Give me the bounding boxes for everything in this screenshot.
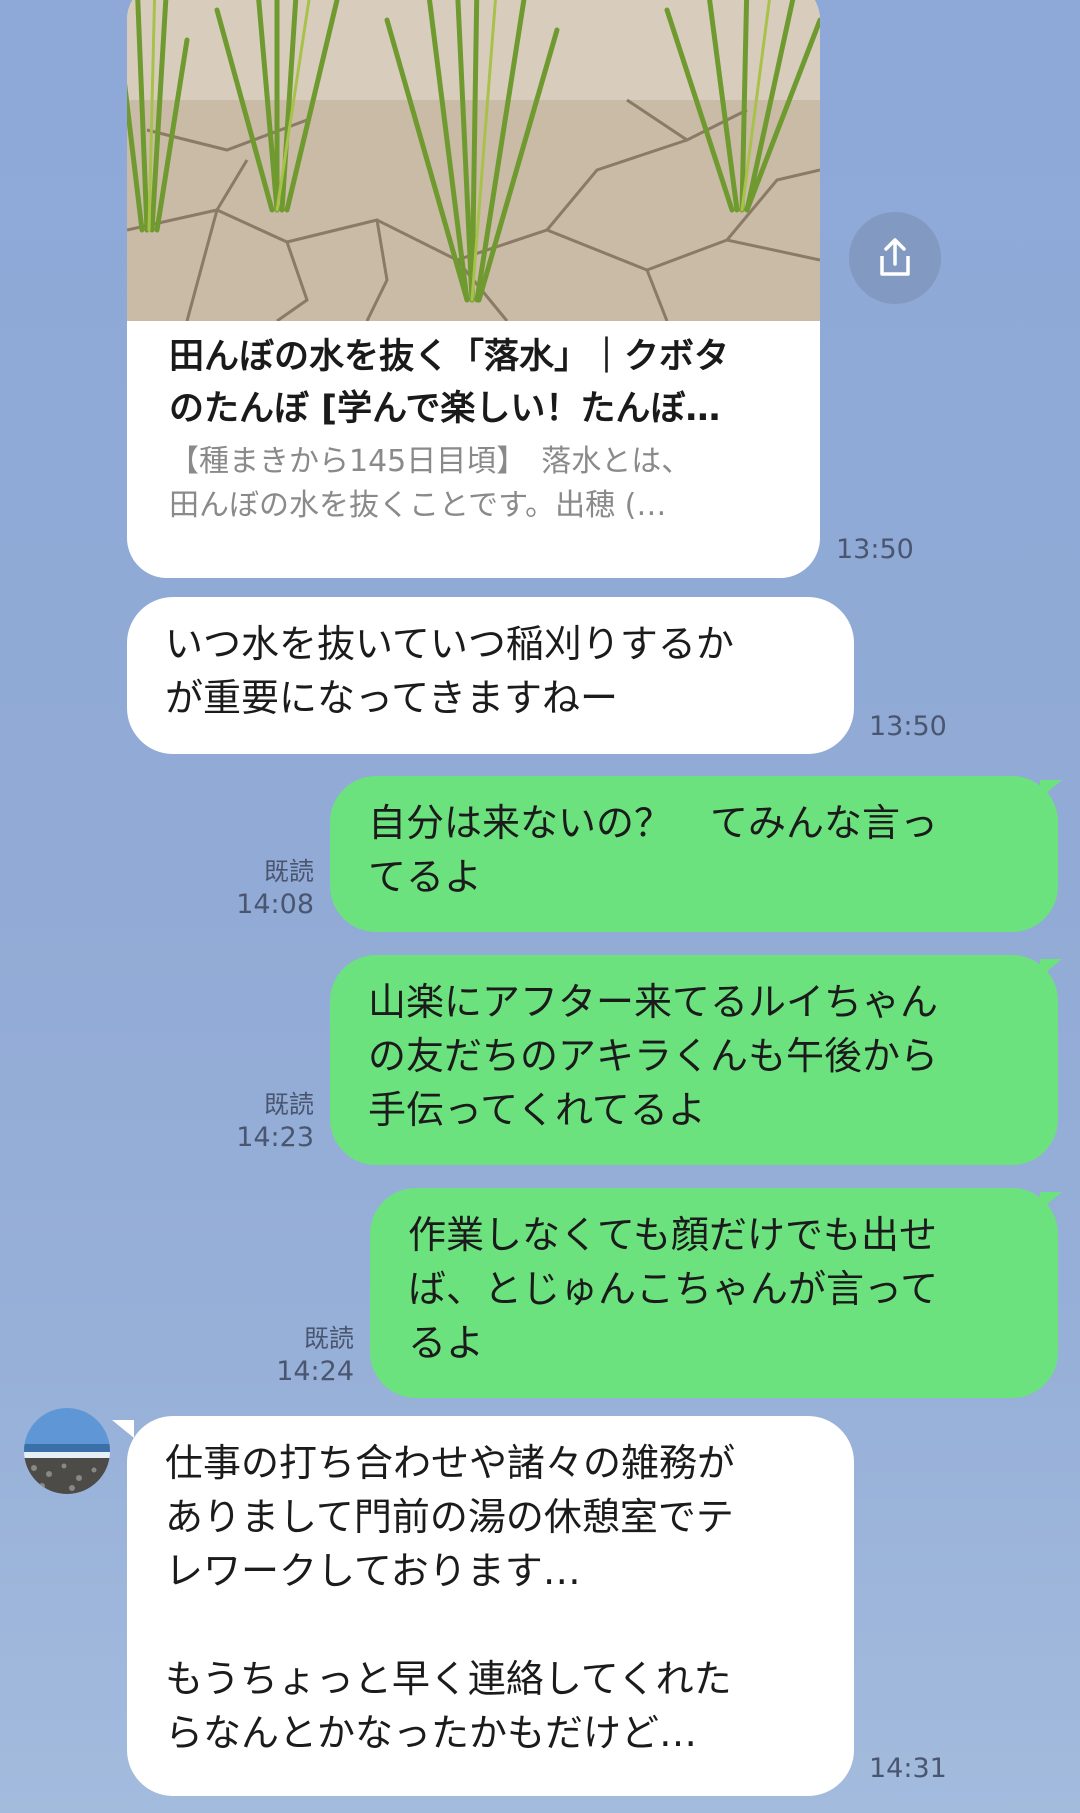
bubble-tail <box>1040 780 1062 798</box>
link-preview-card[interactable]: 田んぼの水を抜く「落水」｜クボタ のたんぼ [学んで楽しい！たんぼ… 【種まきか… <box>127 0 820 578</box>
avatar[interactable] <box>24 1408 110 1494</box>
message-time: 13:50 <box>869 711 947 742</box>
bubble-tail <box>1040 959 1062 977</box>
message-time: 14:31 <box>869 1753 947 1784</box>
message-line: いつ水を抜いていつ稲刈りするか <box>165 622 734 666</box>
message-line: らなんとかなったかもだけど… <box>165 1711 698 1755</box>
message-line: るよ <box>408 1321 485 1365</box>
incoming-message-bubble[interactable]: 仕事の打ち合わせや諸々の雑務が ありまして門前の湯の休憩室でテ レワークしており… <box>127 1416 854 1796</box>
message-line: 手伝ってくれてるよ <box>368 1088 706 1132</box>
message-line: が重要になってきますねー <box>165 676 618 720</box>
link-description: 【種まきから145日目頃】 落水とは、 田んぼの水を抜くことです。出穂 (… <box>169 440 789 528</box>
message-time: 14:23 <box>236 1122 314 1153</box>
message-line: 自分は来ないの？ てみんな言っ <box>368 801 939 845</box>
message-line: てるよ <box>368 855 483 899</box>
read-receipt: 既読 14:24 <box>240 1322 354 1388</box>
message-line: レワークしております… <box>165 1549 581 1593</box>
beach-avatar <box>24 1408 110 1494</box>
bubble-tail <box>112 1420 134 1438</box>
link-description-line: 【種まきから145日目頃】 落水とは、 <box>169 444 692 479</box>
read-label: 既読 <box>263 1090 314 1119</box>
link-title-line: 田んぼの水を抜く「落水」｜クボタ <box>169 337 730 377</box>
read-receipt: 既読 14:23 <box>200 1088 314 1154</box>
message-line: ありまして門前の湯の休憩室でテ <box>165 1495 734 1539</box>
outgoing-message-bubble[interactable]: 作業しなくても顔だけでも出せ ば、とじゅんこちゃんが言って るよ <box>370 1188 1058 1398</box>
outgoing-message-bubble[interactable]: 山楽にアフター来てるルイちゃん の友だちのアキラくんも午後から 手伝ってくれてる… <box>330 955 1058 1165</box>
bubble-tail <box>1040 1192 1062 1210</box>
message-line: の友だちのアキラくんも午後から <box>368 1034 939 1078</box>
share-button[interactable] <box>849 212 941 304</box>
incoming-message-bubble[interactable]: いつ水を抜いていつ稲刈りするか が重要になってきますねー <box>127 597 854 754</box>
message-line: 山楽にアフター来てるルイちゃん <box>368 980 939 1024</box>
message-line <box>165 1598 816 1652</box>
link-title-line: のたんぼ [学んで楽しい！たんぼ… <box>169 389 721 429</box>
message-time: 14:08 <box>236 889 314 920</box>
message-line: ば、とじゅんこちゃんが言って <box>408 1267 939 1311</box>
message-time: 13:50 <box>836 534 914 565</box>
rice-paddy-image <box>127 0 820 321</box>
share-icon <box>880 238 910 276</box>
message-line: 仕事の打ち合わせや諸々の雑務が <box>165 1441 736 1485</box>
message-line: もうちょっと早く連絡してくれた <box>165 1657 732 1701</box>
link-title: 田んぼの水を抜く「落水」｜クボタ のたんぼ [学んで楽しい！たんぼ… <box>169 331 789 435</box>
read-label: 既読 <box>303 1324 354 1353</box>
message-line: 作業しなくても顔だけでも出せ <box>408 1213 937 1257</box>
read-receipt: 既読 14:08 <box>200 855 314 921</box>
link-description-line: 田んぼの水を抜くことです。出穂 (… <box>169 488 667 523</box>
message-time: 14:24 <box>276 1356 354 1387</box>
outgoing-message-bubble[interactable]: 自分は来ないの？ てみんな言っ てるよ <box>330 776 1058 932</box>
read-label: 既読 <box>263 857 314 886</box>
